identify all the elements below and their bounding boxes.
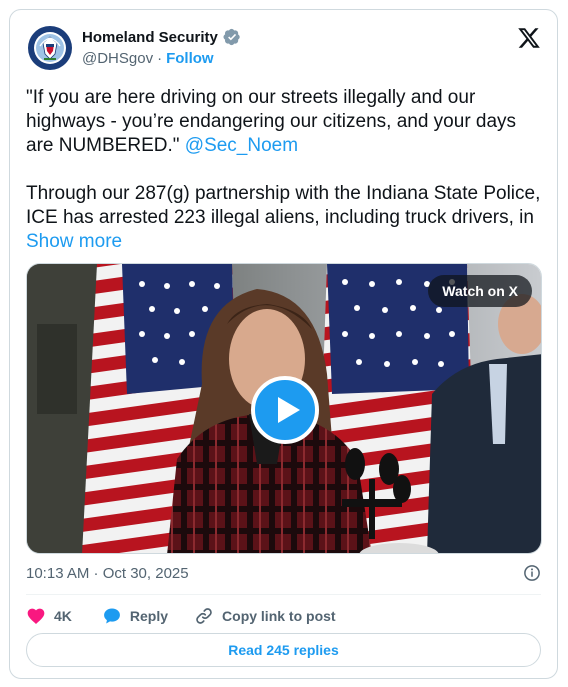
dhs-seal-icon [26, 24, 74, 72]
copy-link-label: Copy link to post [222, 608, 336, 624]
reply-bubble-icon [103, 608, 120, 624]
copy-link-button[interactable]: Copy link to post [194, 606, 336, 626]
mention-link[interactable]: @Sec_Noem [185, 135, 298, 156]
watch-on-x-button[interactable]: Watch on X [428, 275, 532, 307]
post-timestamp[interactable]: 10:13 AM · Oct 30, 2025 [26, 565, 189, 582]
heart-icon [27, 608, 45, 624]
divider [26, 594, 541, 595]
avatar[interactable] [26, 24, 74, 72]
read-replies-button[interactable]: Read 245 replies [26, 633, 541, 667]
handle-separator: · [157, 50, 163, 67]
author-handle[interactable]: @DHSgov [82, 50, 153, 67]
x-logo-icon[interactable] [517, 26, 541, 50]
show-more-link[interactable]: Show more [26, 231, 122, 252]
author-name-row: Homeland Security [82, 28, 241, 46]
post-actions: 4K Reply Copy link to post [26, 605, 336, 627]
verified-badge-icon [223, 28, 240, 46]
post-card: Homeland Security @DHSgov · Follow "If y… [9, 9, 558, 679]
post-body: Through our 287(g) partnership with the … [26, 183, 546, 228]
follow-button[interactable]: Follow [166, 50, 214, 67]
author-handle-row: @DHSgov · Follow [82, 50, 214, 67]
link-icon [196, 608, 212, 624]
info-icon[interactable] [523, 564, 541, 582]
video-player[interactable]: Watch on X [26, 263, 542, 554]
reply-label: Reply [129, 608, 169, 624]
like-count: 4K [54, 608, 72, 624]
like-button[interactable]: 4K [26, 606, 72, 626]
play-icon[interactable] [251, 376, 319, 444]
post-text: "If you are here driving on our streets … [26, 86, 546, 254]
reply-button[interactable]: Reply [102, 606, 168, 626]
author-display-name[interactable]: Homeland Security [82, 29, 218, 46]
